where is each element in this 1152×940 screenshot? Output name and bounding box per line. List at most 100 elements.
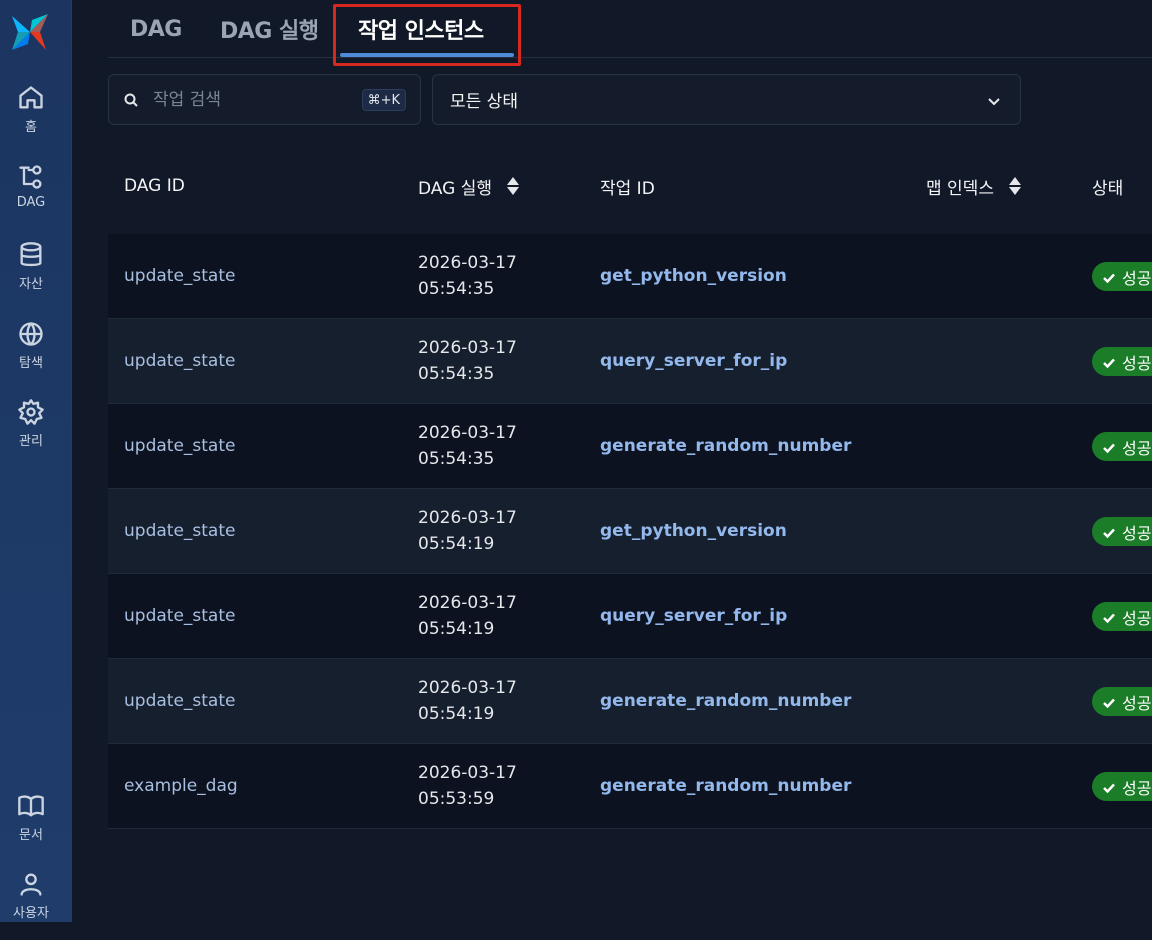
header-map-index[interactable]: 맵 인덱스 (926, 150, 1022, 222)
check-icon (1102, 780, 1116, 794)
status-label: 성공 (1122, 268, 1152, 288)
tab-bar: DAG DAG 실행 작업 인스턴스 (108, 0, 1152, 58)
search-icon (123, 92, 139, 108)
dag-id-cell[interactable]: update_state (124, 659, 235, 743)
sidebar: 홈 DAG 자산 탐색 관리 문서 사용자 (0, 0, 72, 922)
table-row[interactable]: example_dag 2026-03-17 05:53:59 generate_ra… (108, 744, 1152, 829)
status-badge: 성공 (1092, 602, 1152, 631)
chevron-down-icon (986, 93, 1002, 109)
tab-task-instances[interactable]: 작업 인스턴스 (358, 0, 484, 58)
run-date: 2026-03-17 (418, 423, 517, 443)
run-time: 05:54:35 (418, 449, 495, 469)
search-input[interactable] (153, 87, 353, 113)
check-icon (1102, 355, 1116, 369)
shortcut-badge: ⌘+K (361, 89, 406, 111)
dag-id-cell[interactable]: update_state (124, 489, 235, 573)
status-badge: 성공 (1092, 347, 1152, 376)
sort-icon[interactable] (506, 176, 520, 196)
sidebar-item-label: 탐색 (19, 356, 43, 371)
sidebar-item-label: 문서 (19, 828, 43, 843)
dag-run-cell: 2026-03-17 05:53:59 (418, 744, 517, 828)
sidebar-item-browse[interactable]: 탐색 (0, 320, 62, 390)
dag-run-cell: 2026-03-17 05:54:19 (418, 574, 517, 658)
tab-dag-runs[interactable]: DAG 실행 (220, 0, 319, 58)
run-date: 2026-03-17 (418, 763, 517, 783)
globe-icon (17, 320, 45, 348)
status-badge: 성공 (1092, 772, 1152, 801)
run-date: 2026-03-17 (418, 338, 517, 358)
run-date: 2026-03-17 (418, 508, 517, 528)
dag-id-cell[interactable]: update_state (124, 319, 235, 403)
main-content: DAG DAG 실행 작업 인스턴스 ⌘+K 모든 상태 DAG ID DAG … (72, 0, 1152, 922)
task-id-link[interactable]: generate_random_number (600, 744, 851, 828)
table-header: DAG ID DAG 실행 작업 ID 맵 인덱스 상태 (108, 150, 1152, 234)
table-body: update_state 2026-03-17 05:54:35 get_python… (108, 234, 1152, 829)
status-badge: 성공 (1092, 517, 1152, 546)
header-dag-id: DAG ID (124, 150, 185, 222)
sidebar-item-docs[interactable]: 문서 (0, 792, 62, 862)
task-instances-table: DAG ID DAG 실행 작업 ID 맵 인덱스 상태 update_stat… (108, 150, 1152, 829)
check-icon (1102, 610, 1116, 624)
gear-icon (17, 398, 45, 426)
table-row[interactable]: update_state 2026-03-17 05:54:35 query_serv… (108, 319, 1152, 404)
sidebar-item-admin[interactable]: 관리 (0, 398, 62, 468)
status-badge: 성공 (1092, 687, 1152, 716)
sidebar-item-label: 자산 (19, 277, 43, 292)
table-row[interactable]: update_state 2026-03-17 05:54:19 query_serv… (108, 574, 1152, 659)
header-task-id-label: 작업 ID (600, 178, 655, 199)
sidebar-item-label: DAG (16, 195, 46, 210)
run-time: 05:54:35 (418, 279, 495, 299)
dag-run-cell: 2026-03-17 05:54:35 (418, 234, 517, 318)
table-row[interactable]: update_state 2026-03-17 05:54:19 generate_r… (108, 659, 1152, 744)
task-id-link[interactable]: generate_random_number (600, 659, 851, 743)
dag-run-cell: 2026-03-17 05:54:35 (418, 404, 517, 488)
header-task-id: 작업 ID (600, 150, 655, 222)
status-label: 성공 (1122, 353, 1152, 373)
task-id-link[interactable]: get_python_version (600, 234, 787, 318)
table-row[interactable]: update_state 2026-03-17 05:54:19 get_python… (108, 489, 1152, 574)
header-dag-run[interactable]: DAG 실행 (418, 150, 520, 222)
status-badge: 성공 (1092, 432, 1152, 461)
table-row[interactable]: update_state 2026-03-17 05:54:35 get_python… (108, 234, 1152, 319)
status-label: 성공 (1122, 523, 1152, 543)
sidebar-item-dag[interactable]: DAG (0, 163, 62, 233)
header-state: 상태 (1092, 150, 1123, 222)
sidebar-item-label: 관리 (19, 434, 43, 449)
table-row[interactable]: update_state 2026-03-17 05:54:35 generate_r… (108, 404, 1152, 489)
header-dag-run-label: DAG 실행 (418, 178, 492, 199)
task-id-link[interactable]: get_python_version (600, 489, 787, 573)
dag-run-cell: 2026-03-17 05:54:35 (418, 319, 517, 403)
status-label: 성공 (1122, 778, 1152, 798)
airflow-logo-icon[interactable] (8, 8, 52, 56)
dag-icon (17, 163, 45, 191)
sidebar-item-user[interactable]: 사용자 (0, 870, 62, 940)
status-badge: 성공 (1092, 262, 1152, 291)
sidebar-item-home[interactable]: 홈 (0, 84, 62, 154)
tab-dag[interactable]: DAG (130, 0, 182, 58)
task-id-link[interactable]: generate_random_number (600, 404, 851, 488)
check-icon (1102, 440, 1116, 454)
sort-icon[interactable] (1008, 176, 1022, 196)
home-icon (17, 84, 45, 112)
sidebar-item-label: 사용자 (13, 906, 49, 921)
active-tab-indicator (340, 53, 514, 57)
run-date: 2026-03-17 (418, 678, 517, 698)
dag-id-cell[interactable]: update_state (124, 574, 235, 658)
user-icon (17, 870, 45, 898)
dag-id-cell[interactable]: update_state (124, 404, 235, 488)
dag-id-cell[interactable]: update_state (124, 234, 235, 318)
task-id-link[interactable]: query_server_for_ip (600, 319, 787, 403)
state-filter-value: 모든 상태 (450, 92, 518, 112)
status-label: 성공 (1122, 608, 1152, 628)
dag-id-cell[interactable]: example_dag (124, 744, 238, 828)
check-icon (1102, 270, 1116, 284)
run-date: 2026-03-17 (418, 253, 517, 273)
status-label: 성공 (1122, 693, 1152, 713)
status-label: 성공 (1122, 438, 1152, 458)
sidebar-item-assets[interactable]: 자산 (0, 241, 62, 311)
state-filter-select[interactable]: 모든 상태 (432, 74, 1021, 125)
dag-run-cell: 2026-03-17 05:54:19 (418, 659, 517, 743)
run-date: 2026-03-17 (418, 593, 517, 613)
task-id-link[interactable]: query_server_for_ip (600, 574, 787, 658)
header-state-label: 상태 (1092, 178, 1124, 199)
